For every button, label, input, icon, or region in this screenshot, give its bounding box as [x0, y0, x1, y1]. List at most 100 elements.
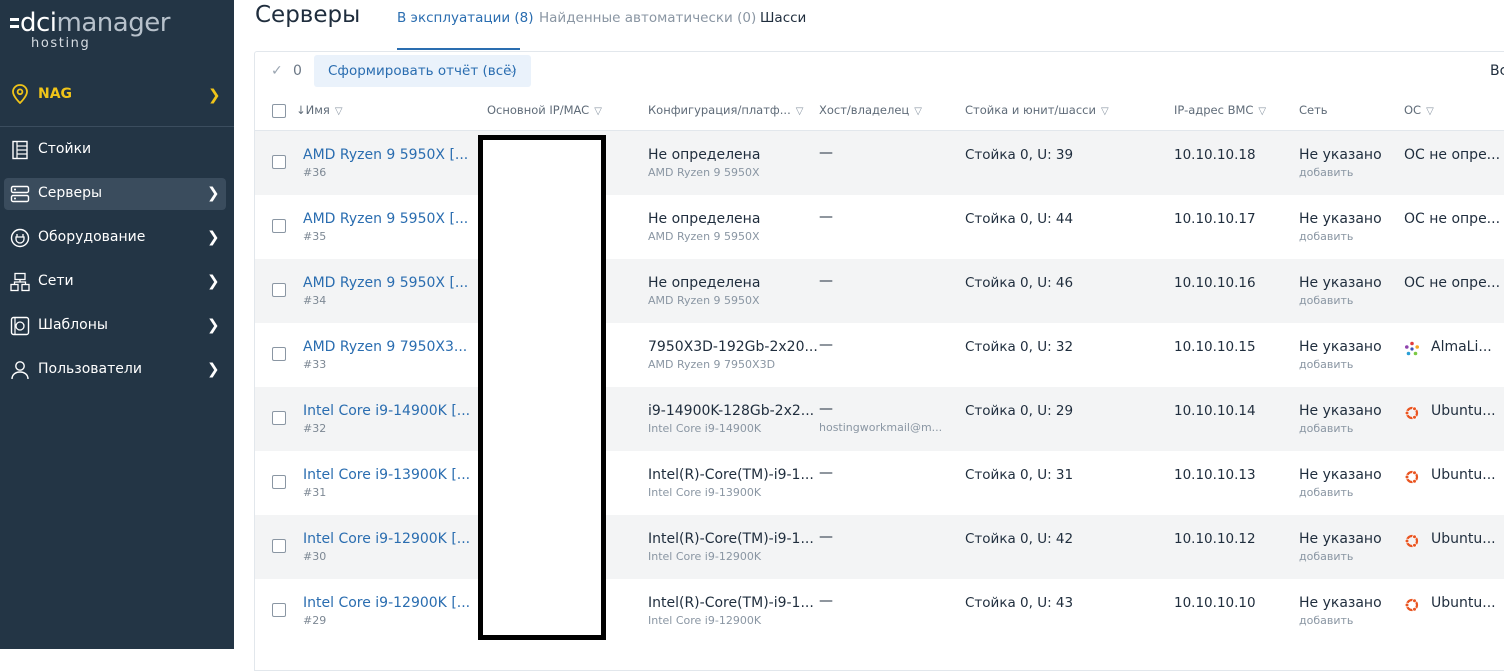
logo-mark-icon: [10, 18, 19, 30]
filter-icon[interactable]: ▽: [914, 106, 922, 117]
tab-auto-found[interactable]: Найденные автоматически (0): [539, 10, 756, 26]
row-checkbox[interactable]: [272, 219, 286, 233]
add-network-link[interactable]: добавить: [1299, 358, 1353, 371]
filter-icon[interactable]: ▽: [594, 106, 602, 117]
table-row[interactable]: AMD Ryzen 9 5950X [... #34 Не определена AM…: [255, 259, 1504, 323]
server-host: —: [819, 337, 833, 353]
server-id: #31: [303, 486, 327, 499]
server-name-link[interactable]: AMD Ryzen 9 5950X [...: [303, 211, 468, 227]
server-id: #29: [303, 614, 327, 627]
add-network-link[interactable]: добавить: [1299, 550, 1353, 563]
server-platform: AMD Ryzen 9 5950X: [648, 294, 760, 307]
add-network-link[interactable]: добавить: [1299, 230, 1353, 243]
sidebar: dcimanager hosting NAG ❯ Стойки Серверы …: [0, 0, 234, 649]
column-header-ip[interactable]: Основной IP/MAC ▽: [487, 103, 602, 117]
server-id: #36: [303, 166, 327, 179]
server-config: Intel(R)-Core(TM)-i9-1...: [648, 531, 814, 547]
chevron-right-icon: ❯: [207, 228, 220, 246]
server-config: Не определена: [648, 147, 761, 163]
server-platform: Intel Core i9-12900K: [648, 550, 762, 563]
chevron-right-icon: ❯: [207, 272, 220, 290]
selected-count: 0: [293, 63, 302, 79]
select-all-checkbox[interactable]: [272, 104, 286, 118]
column-header-os[interactable]: ОС ▽: [1404, 103, 1434, 117]
server-os: ОС не опре...: [1404, 275, 1501, 291]
column-header-host[interactable]: Хост/владелец ▽: [819, 103, 922, 117]
column-header-network[interactable]: Сеть: [1299, 103, 1328, 117]
row-checkbox[interactable]: [272, 411, 286, 425]
column-header-bmc[interactable]: IP-адрес BMC ▽: [1174, 103, 1266, 117]
column-header-config[interactable]: Конфигурация/платф... ▽: [648, 103, 803, 117]
sidebar-item-templates[interactable]: Шаблоны ❯: [4, 310, 226, 342]
server-name-link[interactable]: Intel Core i9-14900K [...: [303, 403, 470, 419]
server-host: —: [819, 593, 833, 609]
rack-icon: [12, 140, 28, 160]
server-host: —: [819, 209, 833, 225]
table-row[interactable]: AMD Ryzen 9 7950X3... #33 7950X3D-192Gb-2x…: [255, 323, 1504, 387]
redaction-box: [478, 135, 606, 640]
server-os: AlmaLi...: [1431, 339, 1492, 355]
server-platform: AMD Ryzen 9 7950X3D: [648, 358, 776, 371]
sidebar-item-equipment[interactable]: Оборудование ❯: [4, 222, 226, 254]
column-header-rack[interactable]: Стойка и юнит/шасси ▽: [965, 103, 1109, 117]
server-bmc-ip: 10.10.10.12: [1174, 531, 1256, 547]
row-checkbox[interactable]: [272, 347, 286, 361]
tab-in-operation[interactable]: В эксплуатации (8): [397, 10, 534, 26]
server-name-link[interactable]: Intel Core i9-12900K [...: [303, 531, 470, 547]
filter-icon[interactable]: ▽: [1426, 106, 1434, 117]
add-network-link[interactable]: добавить: [1299, 422, 1353, 435]
table-row[interactable]: AMD Ryzen 9 5950X [... #35 Не определена AM…: [255, 195, 1504, 259]
table-row[interactable]: Intel Core i9-14900K [... #32 i9-14900K-12…: [255, 387, 1504, 451]
sidebar-item-servers[interactable]: Серверы ❯: [4, 178, 226, 210]
server-config: 7950X3D-192Gb-2x20...: [648, 339, 818, 355]
server-name-link[interactable]: AMD Ryzen 9 7950X3...: [303, 339, 467, 355]
server-host: —: [819, 465, 833, 481]
sidebar-item-label: Стойки: [38, 141, 92, 157]
server-name-link[interactable]: Intel Core i9-13900K [...: [303, 467, 470, 483]
sidebar-item-networks[interactable]: Сети ❯: [4, 266, 226, 298]
add-network-link[interactable]: добавить: [1299, 614, 1353, 627]
almalinux-icon: [1405, 341, 1419, 356]
server-bmc-ip: 10.10.10.13: [1174, 467, 1256, 483]
server-owner: hostingworkmail@m...: [819, 421, 943, 434]
filter-icon[interactable]: ▽: [335, 106, 343, 117]
server-network: Не указано: [1299, 467, 1382, 483]
table-row[interactable]: Intel Core i9-12900K [... #29 Intel(R)-Cor…: [255, 579, 1504, 643]
sidebar-item-users[interactable]: Пользователи ❯: [4, 354, 226, 386]
table-row[interactable]: Intel Core i9-12900K [... #30 Intel(R)-Cor…: [255, 515, 1504, 579]
column-header-name[interactable]: ↓Имя ▽: [296, 103, 343, 117]
org-selector[interactable]: NAG ❯: [0, 71, 234, 117]
add-network-link[interactable]: добавить: [1299, 166, 1353, 179]
add-network-link[interactable]: добавить: [1299, 294, 1353, 307]
add-network-link[interactable]: добавить: [1299, 486, 1353, 499]
server-name-link[interactable]: AMD Ryzen 9 5950X [...: [303, 275, 468, 291]
server-rack: Стойка 0, U: 31: [965, 467, 1074, 483]
server-config: Не определена: [648, 211, 761, 227]
table-row[interactable]: AMD Ryzen 9 5950X [... #36 Не определена AM…: [255, 131, 1504, 195]
generate-report-button[interactable]: Сформировать отчёт (всё) ⌵: [314, 55, 531, 87]
toolbar-right-button[interactable]: Вс: [1490, 63, 1504, 79]
sidebar-item-racks[interactable]: Стойки: [4, 134, 226, 166]
server-rack: Стойка 0, U: 39: [965, 147, 1074, 163]
server-host: —: [819, 529, 833, 545]
logo[interactable]: dcimanager hosting: [10, 8, 210, 52]
server-os: ОС не опре...: [1404, 147, 1501, 163]
server-host: —: [819, 145, 833, 161]
server-id: #35: [303, 230, 327, 243]
row-checkbox[interactable]: [272, 603, 286, 617]
row-checkbox[interactable]: [272, 475, 286, 489]
row-checkbox[interactable]: [272, 539, 286, 553]
filter-icon[interactable]: ▽: [1101, 106, 1109, 117]
check-icon[interactable]: ✓: [271, 63, 283, 79]
table-row[interactable]: Intel Core i9-13900K [... #31 Intel(R)-Cor…: [255, 451, 1504, 515]
sidebar-item-label: Оборудование: [38, 229, 146, 245]
tab-chassis[interactable]: Шасси: [760, 10, 806, 26]
filter-icon[interactable]: ▽: [796, 106, 804, 117]
server-id: #34: [303, 294, 327, 307]
filter-icon[interactable]: ▽: [1258, 106, 1266, 117]
server-name-link[interactable]: Intel Core i9-12900K [...: [303, 595, 470, 611]
row-checkbox[interactable]: [272, 283, 286, 297]
server-network: Не указано: [1299, 275, 1382, 291]
server-name-link[interactable]: AMD Ryzen 9 5950X [...: [303, 147, 468, 163]
row-checkbox[interactable]: [272, 155, 286, 169]
